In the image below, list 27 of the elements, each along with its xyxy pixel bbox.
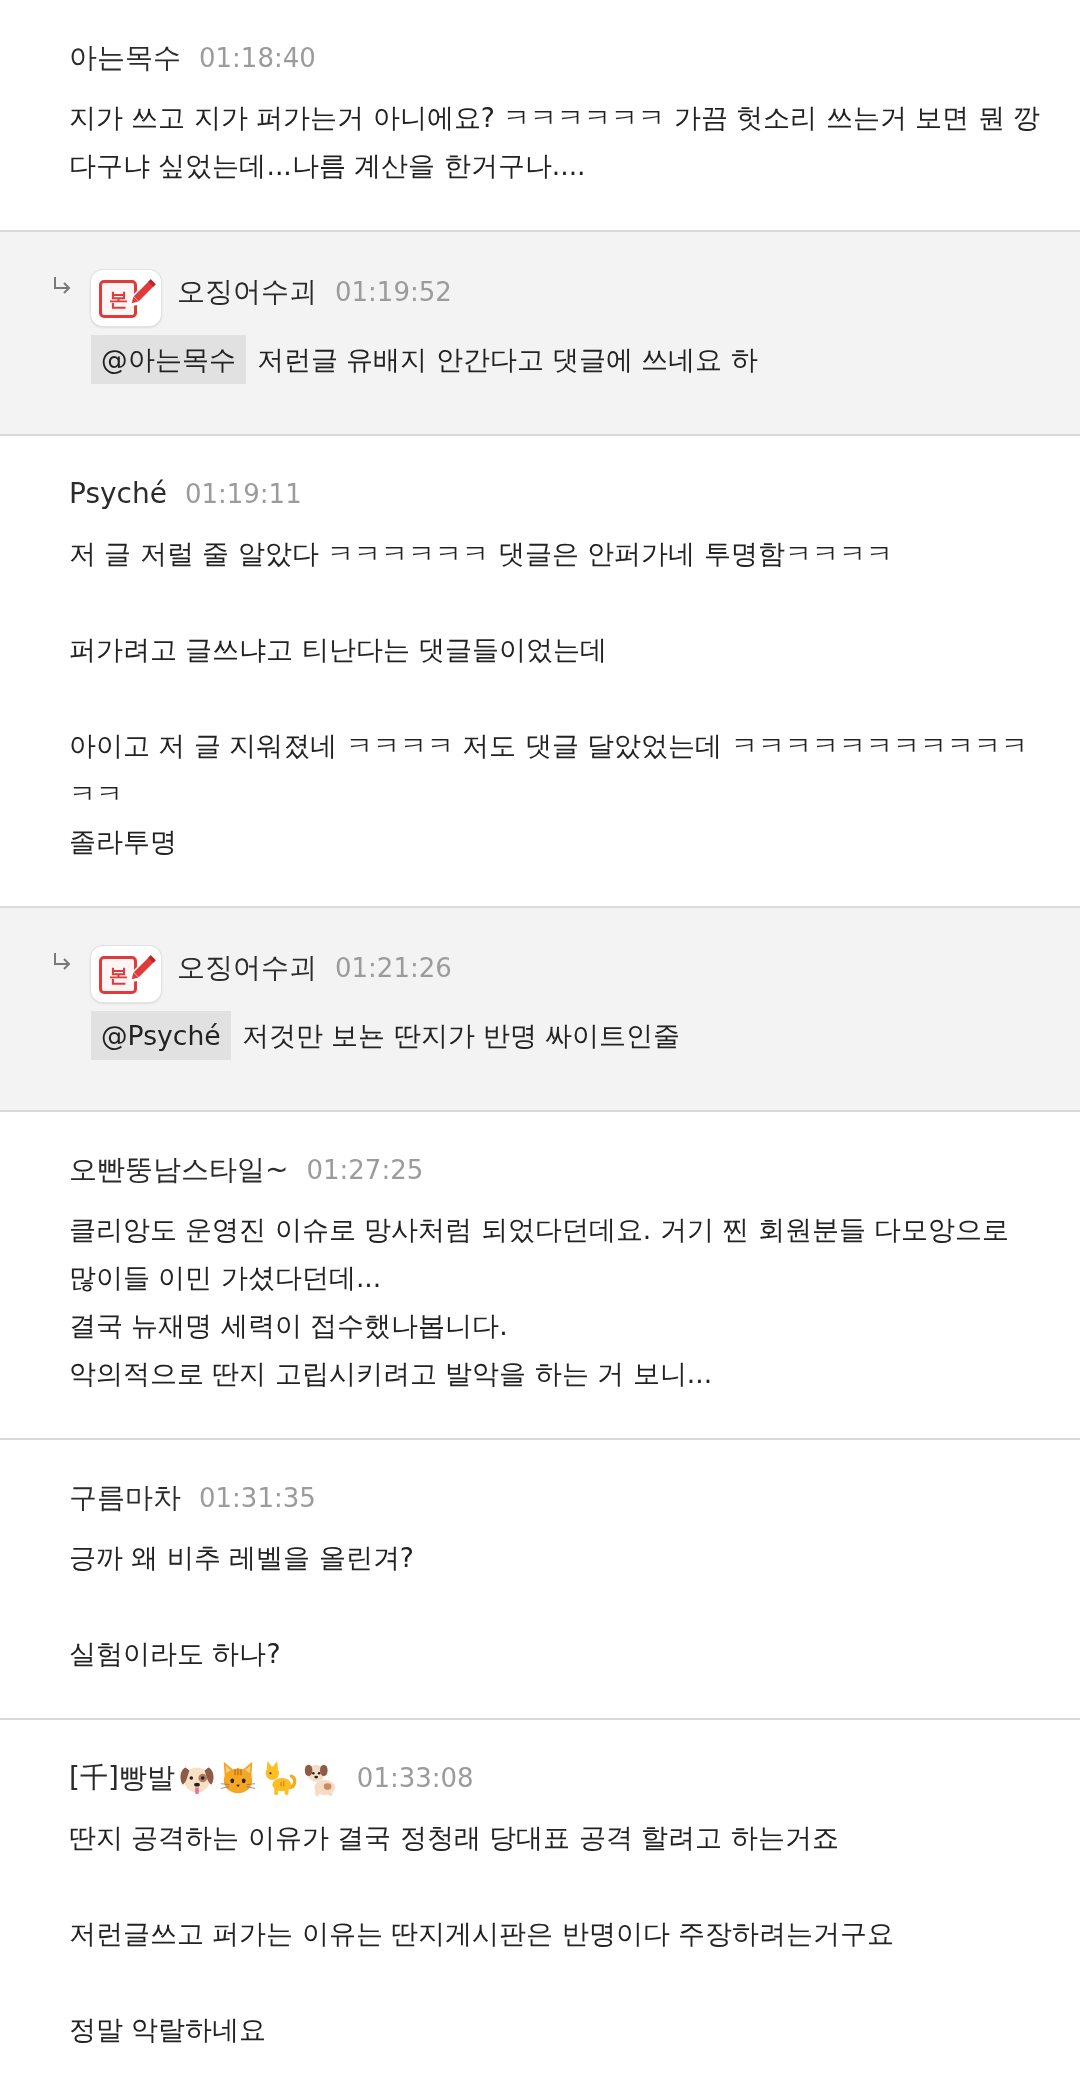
timestamp: 01:19:52 xyxy=(335,276,452,309)
timestamp: 01:18:40 xyxy=(199,42,316,75)
author-name: 아는목수 xyxy=(69,40,181,76)
timestamp: 01:31:35 xyxy=(199,1482,316,1515)
reply-arrow-icon xyxy=(52,276,72,294)
timestamp: 01:33:08 xyxy=(356,1762,474,1795)
comment-text: 딴지 공격하는 이유가 결국 정청래 당대표 공격 할려고 하는거죠 저런글쓰고 퍼가는 이유는 딴지게시판은 반명이다 주장하려는거구요 정말 악랄하네요 xyxy=(69,1821,896,2047)
author-name: 오징어수괴 xyxy=(177,950,317,986)
badge-label: 본 xyxy=(99,280,137,318)
author-name: 오빤뚱남스타일~ xyxy=(69,1152,289,1188)
author-name: Psyché xyxy=(69,476,167,512)
comment-text: 지가 쓰고 지가 퍼가는거 아니에요? ㅋㅋㅋㅋㅋㅋ 가끔 헛소리 쓰는거 보면 뭔 깡다구냐 싶었는데...나름 계산을 한거구나.... xyxy=(69,101,1042,183)
timestamp: 01:21:26 xyxy=(335,952,452,985)
author-name: 구름마차 xyxy=(69,1480,181,1516)
reply-text: 저것만 보뇬 딴지가 반명 싸이트인줄 xyxy=(241,1019,681,1053)
mention-tag[interactable]: @아는목수 xyxy=(91,335,246,384)
author-name: [千]빵발 xyxy=(69,1760,175,1796)
mention-tag[interactable]: @Psyché xyxy=(91,1011,231,1060)
comment-text: 긍까 왜 비추 레벨을 올린겨? 실험이라도 하나? xyxy=(69,1541,415,1671)
reply-arrow-icon xyxy=(52,952,72,970)
reply-text: 저런글 유배지 안간다고 댓글에 쓰네요 하 xyxy=(256,343,758,377)
comment-text: 저 글 저럴 줄 알았다 ㅋㅋㅋㅋㅋㅋ 댓글은 안퍼가네 투명함ㅋㅋㅋㅋ 퍼가려고 글쓰냐고 티난다는 댓글들이었는데 아이고 저 글 지워졌네 ㅋㅋㅋㅋ 저도 댓글 달았었는데 ㅋㅋㅋㅋㅋㅋㅋㅋㅋㅋㅋㅋㅋ 졸라투명 xyxy=(69,537,1029,859)
author-name: 오징어수괴 xyxy=(177,274,317,310)
badge-label: 본 xyxy=(99,956,137,994)
timestamp: 01:19:11 xyxy=(184,478,302,511)
timestamp: 01:27:25 xyxy=(306,1154,424,1187)
comment-text: 클리앙도 운영진 이슈로 망사처럼 되었다던데요. 거기 찐 회원분들 다모앙으로 많이들 이민 가셨다던데... 결국 뉴재명 세력이 접수했나봅니다. 악의적으로 딴지 고립시키려고 발악을 하는 거 보니... xyxy=(69,1213,1011,1391)
